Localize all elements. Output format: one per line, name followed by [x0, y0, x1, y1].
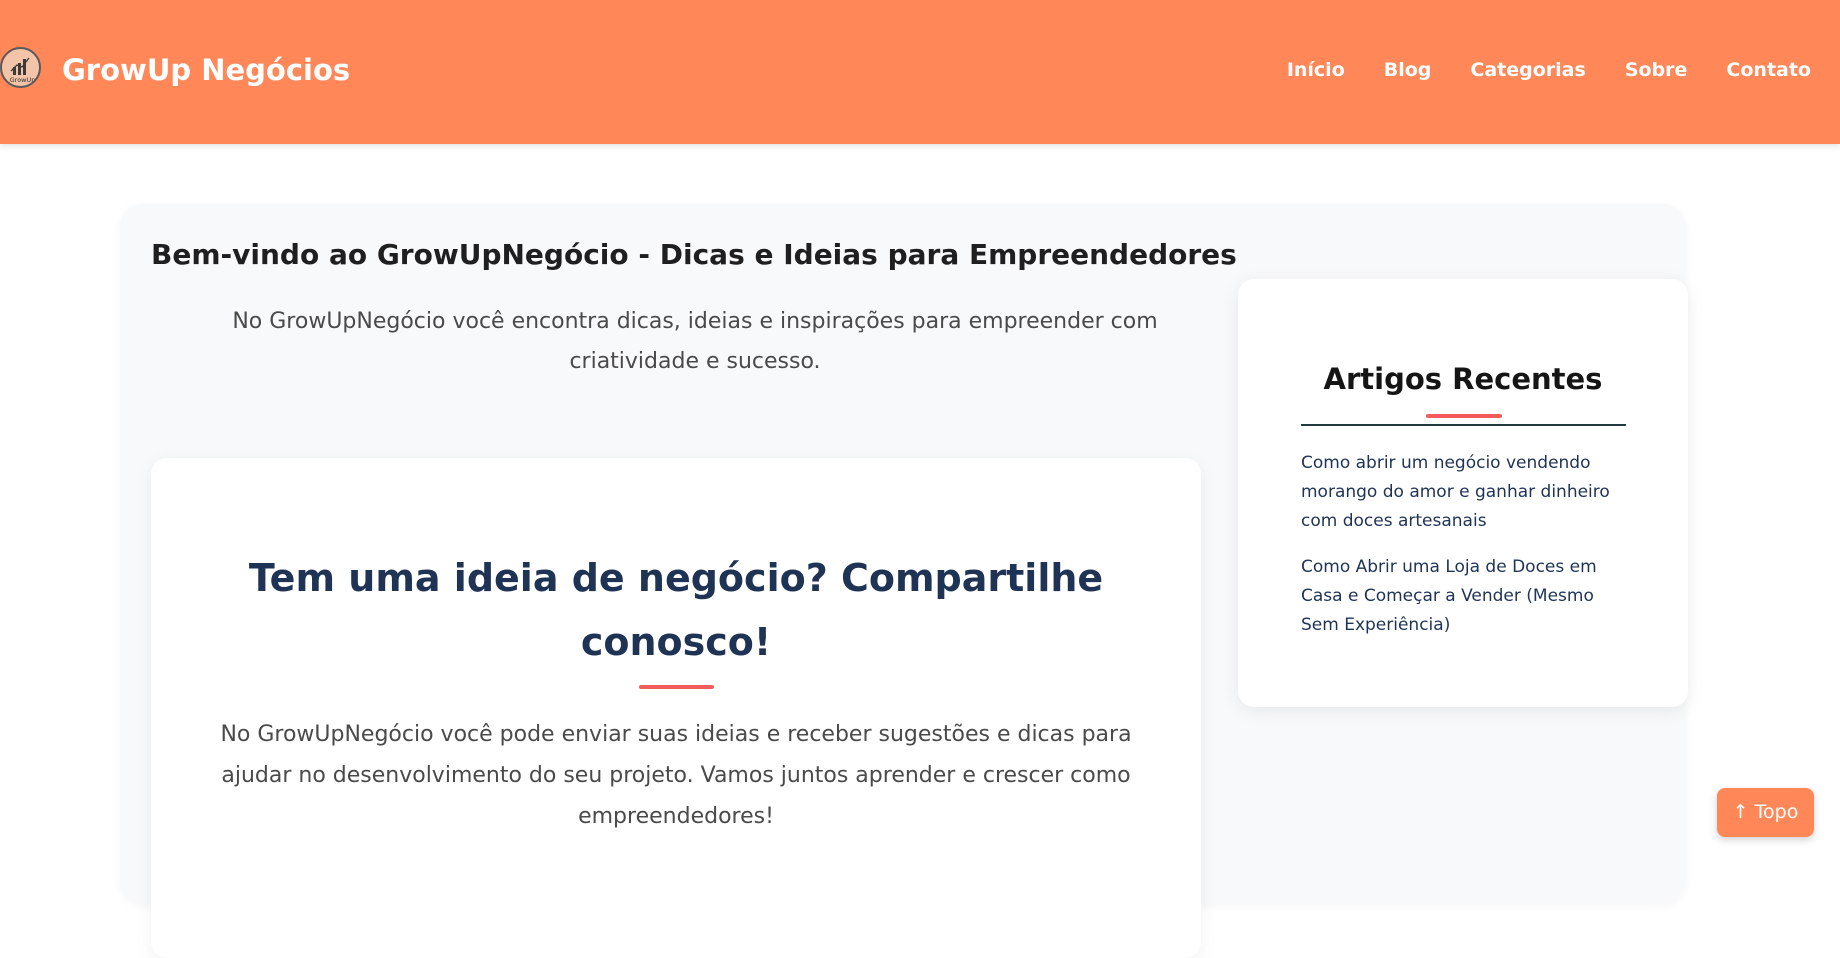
main-nav: Início Blog Categorias Sobre Contato: [1287, 56, 1811, 84]
site-header: GrowUp GrowUp Negócios Início Blog Categ…: [0, 0, 1840, 144]
cta-title-underline: [639, 685, 714, 689]
back-to-top-button[interactable]: ↑ Topo: [1717, 788, 1814, 837]
page-title: Bem-vindo ao GrowUpNegócio - Dicas e Ide…: [151, 238, 1237, 271]
nav-link-contato[interactable]: Contato: [1726, 56, 1811, 84]
nav-link-blog[interactable]: Blog: [1384, 56, 1432, 84]
recent-articles-list: Como abrir um negócio vendendo morango d…: [1301, 449, 1636, 657]
idea-cta-card: Tem uma ideia de negócio? Compartilhe co…: [151, 458, 1201, 958]
growth-chart-icon: GrowUp: [10, 57, 36, 84]
list-item: Como Abrir uma Loja de Doces em Casa e C…: [1301, 553, 1636, 640]
nav-link-inicio[interactable]: Início: [1287, 56, 1345, 84]
sidebar-divider: [1301, 424, 1626, 426]
article-link-morango[interactable]: Como abrir um negócio vendendo morango d…: [1301, 453, 1610, 531]
article-link-loja-doces[interactable]: Como Abrir uma Loja de Doces em Casa e C…: [1301, 557, 1597, 635]
logo[interactable]: GrowUp: [0, 47, 41, 88]
intro-text: No GrowUpNegócio você encontra dicas, id…: [232, 309, 1158, 374]
site-title[interactable]: GrowUp Negócios: [62, 50, 350, 90]
nav-link-categorias[interactable]: Categorias: [1470, 56, 1585, 84]
nav-link-sobre[interactable]: Sobre: [1625, 56, 1688, 84]
list-item: Como abrir um negócio vendendo morango d…: [1301, 449, 1636, 536]
sidebar-title: Artigos Recentes: [1323, 362, 1603, 396]
recent-articles-sidebar: Artigos Recentes Como abrir um negócio v…: [1238, 279, 1688, 707]
sidebar-title-accent: [1426, 414, 1502, 418]
cta-text: No GrowUpNegócio você pode enviar suas i…: [220, 722, 1132, 829]
logo-text: GrowUp: [10, 76, 36, 84]
cta-title: Tem uma ideia de negócio? Compartilhe co…: [248, 556, 1104, 664]
